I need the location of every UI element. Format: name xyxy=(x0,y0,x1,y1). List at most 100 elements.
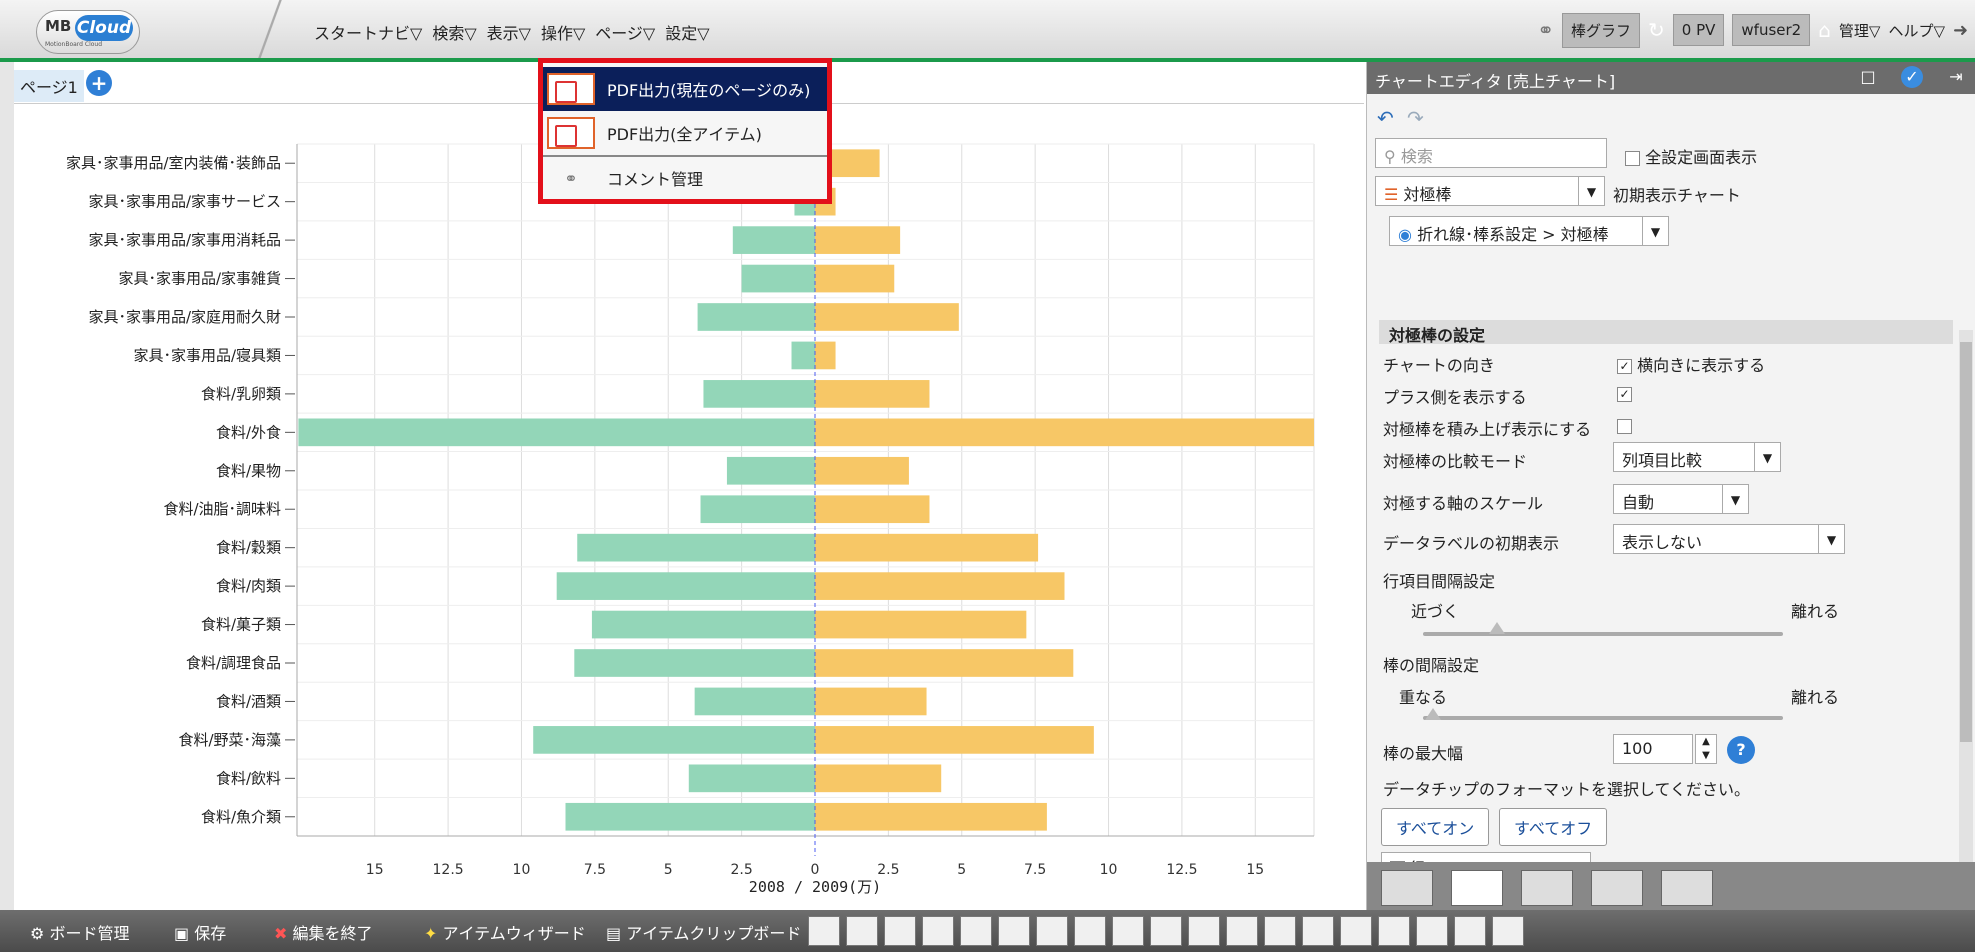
help-icon[interactable]: ? xyxy=(1727,736,1755,764)
map-icon[interactable] xyxy=(1264,916,1296,946)
form-icon[interactable] xyxy=(1302,916,1334,946)
link-icon[interactable] xyxy=(1112,916,1144,946)
chevron-down-icon: ▼ xyxy=(1818,525,1844,553)
refresh-icon[interactable]: ↻ xyxy=(1648,18,1665,42)
redo-icon[interactable]: ↷ xyxy=(1407,106,1424,130)
menu-help[interactable]: ヘルプ▽ xyxy=(1888,20,1945,41)
bar-2009 xyxy=(815,380,930,408)
close-panel-icon[interactable]: ⇥ xyxy=(1945,66,1967,88)
undo-icon[interactable]: ↶ xyxy=(1377,106,1394,130)
image-icon[interactable] xyxy=(960,916,992,946)
bar-2008 xyxy=(700,495,815,524)
row-spacing-thumb[interactable] xyxy=(1489,622,1505,634)
initial-chart-label[interactable]: 初期表示チャート xyxy=(1613,182,1741,206)
button-label: 編集を終了 xyxy=(292,924,373,943)
chart-type-select[interactable]: ☰ 対極棒 ▼ xyxy=(1375,176,1605,206)
button-label: 保存 xyxy=(194,924,227,943)
board-manage-button[interactable]: ⚙ ボード管理 xyxy=(30,920,129,944)
user-name[interactable]: wfuser2 xyxy=(1732,14,1811,46)
plugin-icon[interactable] xyxy=(1492,916,1524,946)
cube-icon[interactable] xyxy=(1416,916,1448,946)
tab-calc-icon[interactable] xyxy=(1591,870,1643,906)
row-spacing-slider[interactable] xyxy=(1423,632,1783,636)
menu-item-pdf-current-page[interactable]: PDF出力(現在のページのみ) xyxy=(543,67,827,111)
stacked-checkbox[interactable] xyxy=(1617,416,1632,435)
button-icon[interactable] xyxy=(1226,916,1258,946)
datalabel-select[interactable]: 表示しない ▼ xyxy=(1613,524,1845,554)
menu-settings[interactable]: 設定▽ xyxy=(665,20,709,44)
bar-spacing-slider[interactable] xyxy=(1423,716,1783,720)
category-label: 食料/油脂･調味料 xyxy=(163,500,281,518)
save-button[interactable]: ▣ 保存 xyxy=(174,920,226,944)
table-icon[interactable] xyxy=(884,916,916,946)
checkbox[interactable]: ✓ xyxy=(1617,359,1632,374)
checkbox[interactable]: ✓ xyxy=(1617,387,1632,402)
all-on-button[interactable]: すべてオン xyxy=(1381,808,1490,846)
item-clipboard-button[interactable]: ▤ アイテムクリップボード xyxy=(606,920,801,944)
menu-view[interactable]: 表示▽ xyxy=(487,20,531,44)
menu-item-label: PDF出力(現在のページのみ) xyxy=(607,81,811,100)
tab-page-1[interactable]: ページ1 xyxy=(14,70,84,102)
settings-breadcrumb-select[interactable]: ◉ 折れ線･棒系設定 > 対極棒 ▼ xyxy=(1389,216,1669,246)
tab-data-icon[interactable] xyxy=(1521,870,1573,906)
axis-scale-select[interactable]: 自動 ▼ xyxy=(1613,484,1749,514)
menu-item-pdf-all-items[interactable]: PDF出力(全アイテム) xyxy=(543,111,827,155)
checkbox[interactable] xyxy=(1625,151,1640,166)
menu-search[interactable]: 検索▽ xyxy=(432,20,476,44)
show-all-settings-checkbox[interactable]: 全設定画面表示 xyxy=(1625,144,1757,168)
folder-icon[interactable] xyxy=(1188,916,1220,946)
tab-chart-icon[interactable] xyxy=(1451,870,1503,906)
scroll-thumb[interactable] xyxy=(1960,342,1972,742)
layout-icon[interactable] xyxy=(808,916,840,946)
bar-2008 xyxy=(694,687,815,716)
menu-admin[interactable]: 管理▽ xyxy=(1839,20,1881,41)
maximize-icon[interactable]: □ xyxy=(1857,66,1879,88)
menu-item-comment-manage[interactable]: ⚭ コメント管理 xyxy=(543,155,827,199)
x-tick-label: 12.5 xyxy=(1166,862,1197,878)
category-label: 家具･家事用品/家庭用耐久財 xyxy=(88,308,281,326)
app-logo[interactable]: MB Cloud MotionBoard Cloud xyxy=(36,10,140,54)
checkbox[interactable] xyxy=(1617,419,1632,434)
picture-icon[interactable] xyxy=(1036,916,1068,946)
panel-header: チャートエディタ [売上チャート] □ ✓ ⇥ xyxy=(1367,62,1975,94)
orientation-checkbox[interactable]: ✓ 横向きに表示する xyxy=(1617,352,1765,376)
add-page-icon[interactable]: + xyxy=(86,70,112,96)
end-edit-button[interactable]: ✖ 編集を終了 xyxy=(274,920,373,944)
item-wizard-button[interactable]: ✦ アイテムウィザード xyxy=(424,920,586,944)
bar-2008 xyxy=(565,802,815,831)
plus-side-checkbox[interactable]: ✓ xyxy=(1617,384,1632,403)
apply-icon[interactable]: ✓ xyxy=(1901,66,1923,88)
button-label: アイテムクリップボード xyxy=(626,924,802,943)
stepper-icon[interactable]: ▲ ▼ xyxy=(1695,734,1717,764)
home-icon[interactable]: ⌂ xyxy=(1818,18,1831,42)
bar-spacing-thumb[interactable] xyxy=(1425,708,1441,720)
category-label: 家具･家事用品/家事サービス xyxy=(88,193,281,211)
menu-operation[interactable]: 操作▽ xyxy=(541,20,585,44)
menu-start-navi[interactable]: スタートナビ▽ xyxy=(314,20,422,44)
search-input[interactable]: ⚲ 検索 xyxy=(1375,138,1607,168)
main-menu: スタートナビ▽ 検索▽ 表示▽ 操作▽ ページ▽ 設定▽ xyxy=(314,20,710,44)
bar-chart-icon[interactable] xyxy=(846,916,878,946)
panel-icon[interactable] xyxy=(1340,916,1372,946)
compare-mode-select[interactable]: 列項目比較 ▼ xyxy=(1613,442,1781,472)
setting-label: 対極棒を積み上げ表示にする xyxy=(1383,420,1592,439)
bar-2008 xyxy=(298,418,815,447)
max-width-input[interactable]: 100 xyxy=(1613,734,1693,764)
panel-scrollbar[interactable] xyxy=(1959,330,1973,920)
comment-icon[interactable] xyxy=(1150,916,1182,946)
scatter-icon[interactable] xyxy=(998,916,1030,946)
x-tick-label: 12.5 xyxy=(433,862,464,878)
gantt-icon[interactable] xyxy=(922,916,954,946)
logout-icon[interactable]: ➜ xyxy=(1953,20,1975,41)
tab-document-icon[interactable] xyxy=(1661,870,1713,906)
spellcheck-icon[interactable] xyxy=(1454,916,1486,946)
document-icon[interactable] xyxy=(1378,916,1410,946)
tab-appearance-icon[interactable] xyxy=(1381,870,1433,906)
slider-max-label: 離れる xyxy=(1791,688,1840,707)
comment-icon[interactable]: ⚭ xyxy=(1537,18,1554,42)
menu-page[interactable]: ページ▽ xyxy=(595,20,655,44)
chart-name-chip[interactable]: 棒グラフ xyxy=(1561,12,1640,48)
text-icon[interactable] xyxy=(1074,916,1106,946)
all-off-button[interactable]: すべてオフ xyxy=(1499,808,1608,846)
category-label: 家具･家事用品/室内装備･装飾品 xyxy=(66,154,281,172)
